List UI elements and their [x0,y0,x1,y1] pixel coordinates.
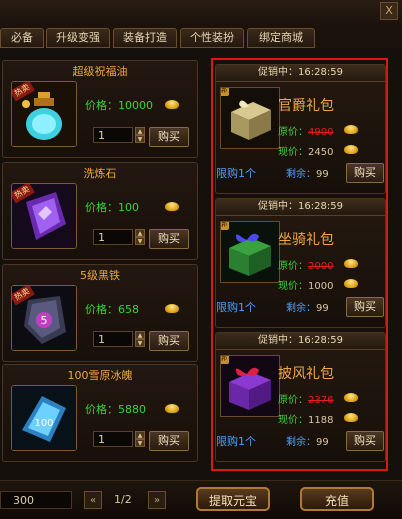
remaining-count: 剩余：99 [286,437,329,448]
refining-stone-icon[interactable]: 热卖 [11,183,77,249]
promo-package: 促销中：16:28:59 绑 披风礼包 原价：2376 现价：1188 限购1个… [215,332,386,462]
remaining-count: 剩余：99 [286,303,329,314]
current-price: 现价：1000 [278,281,334,292]
item-name: 洗炼石 [83,167,117,180]
quantity-input[interactable]: 1 [93,331,133,347]
page-indicator: 1/2 [114,493,132,506]
price-text: 价格：100 [85,201,139,214]
next-page-button[interactable]: » [148,491,166,509]
remaining-count: 剩余：99 [286,169,329,180]
mount-gift-box-icon[interactable]: 绑 [220,221,280,283]
footer-bar: 300 « 1/2 » 提取元宝 充值 [0,480,402,519]
recharge-button[interactable]: 充值 [300,487,374,511]
package-name: 官爵礼包 [278,98,334,114]
gold-ingot-icon [344,393,358,402]
category-tabs: 必备 升级变强 装备打造 个性装扮 绑定商城 [0,26,402,48]
shop-item: 5级黑铁 5 热卖 价格：658 1 ▲ ▼ 购买 [2,264,198,362]
gold-ingot-icon [344,279,358,288]
gold-ingot-icon [165,304,179,313]
blessing-oil-icon[interactable]: 热卖 [11,81,77,147]
quantity-down-icon[interactable]: ▼ [135,237,145,245]
gold-balance: 300 [0,491,72,509]
quantity-up-icon[interactable]: ▲ [135,431,145,439]
bound-tag: 绑 [221,88,229,96]
gold-ingot-icon [344,413,358,422]
current-price: 现价：2450 [278,147,334,158]
promo-timer: 促销中：16:28:59 [216,333,385,350]
prev-page-button[interactable]: « [84,491,102,509]
quantity-down-icon[interactable]: ▼ [135,339,145,347]
shop-item: 100雪原冰魄 100 价格：5880 1 ▲ ▼ 购买 [2,364,198,462]
item-list: 超级祝福油 热卖 价格：10000 1 ▲ ▼ 购买 洗炼石 热卖 价格：100… [2,58,198,462]
promo-timer: 促销中：16:28:59 [216,65,385,82]
tab-fashion[interactable]: 个性装扮 [180,28,244,48]
svg-text:5: 5 [41,314,48,327]
quantity-up-icon[interactable]: ▲ [135,127,145,135]
gold-ingot-icon [344,125,358,134]
quantity-up-icon[interactable]: ▲ [135,229,145,237]
close-button[interactable]: X [380,2,398,20]
shop-item: 超级祝福油 热卖 价格：10000 1 ▲ ▼ 购买 [2,60,198,158]
price-text: 价格：658 [85,303,139,316]
price-text: 价格：5880 [85,403,146,416]
bound-tag: 绑 [221,222,229,230]
original-price: 原价：4900 [278,127,334,138]
buy-button[interactable]: 购买 [149,229,189,249]
original-price: 原价：2376 [278,395,334,406]
original-price: 原价：2000 [278,261,334,272]
svg-text:100: 100 [34,418,53,429]
tab-essentials[interactable]: 必备 [0,28,44,48]
gold-ingot-icon [165,404,179,413]
current-price: 现价：1188 [278,415,334,426]
tab-level-up[interactable]: 升级变强 [46,28,110,48]
gold-ingot-icon [165,100,179,109]
promotion-panel: 促销中：16:28:59 绑 官爵礼包 原价：4900 现价：2450 限购1个… [211,58,388,471]
quantity-input[interactable]: 1 [93,431,133,447]
promo-timer: 促销中：16:28:59 [216,199,385,216]
window-top-bar: X [0,0,402,27]
snow-soul-icon[interactable]: 100 [11,385,77,451]
quantity-down-icon[interactable]: ▼ [135,439,145,447]
buy-button[interactable]: 购买 [149,127,189,147]
purchase-limit: 限购1个 [216,435,256,448]
shop-item: 洗炼石 热卖 价格：100 1 ▲ ▼ 购买 [2,162,198,260]
tab-equipment[interactable]: 装备打造 [113,28,177,48]
withdraw-gold-button[interactable]: 提取元宝 [196,487,270,511]
bound-tag: 绑 [221,356,229,364]
gold-ingot-icon [344,259,358,268]
gold-ingot-icon [165,202,179,211]
buy-button[interactable]: 购买 [346,163,384,183]
quantity-input[interactable]: 1 [93,229,133,245]
quantity-up-icon[interactable]: ▲ [135,331,145,339]
item-name: 100雪原冰魄 [67,369,133,382]
noble-gift-box-icon[interactable]: 绑 [220,87,280,149]
purchase-limit: 限购1个 [216,167,256,180]
promo-package: 促销中：16:28:59 绑 官爵礼包 原价：4900 现价：2450 限购1个… [215,64,386,194]
package-name: 披风礼包 [278,366,334,382]
buy-button[interactable]: 购买 [346,431,384,451]
black-iron-icon[interactable]: 5 热卖 [11,285,77,351]
quantity-down-icon[interactable]: ▼ [135,135,145,143]
quantity-input[interactable]: 1 [93,127,133,143]
package-name: 坐骑礼包 [278,232,334,248]
buy-button[interactable]: 购买 [149,331,189,351]
promo-package: 促销中：16:28:59 绑 坐骑礼包 原价：2000 现价：1000 限购1个… [215,198,386,328]
tab-bound-mall[interactable]: 绑定商城 [247,28,315,48]
gold-ingot-icon [344,145,358,154]
purchase-limit: 限购1个 [216,301,256,314]
cape-gift-box-icon[interactable]: 绑 [220,355,280,417]
item-name: 5级黑铁 [80,269,120,282]
price-text: 价格：10000 [85,99,153,112]
item-name: 超级祝福油 [72,65,128,78]
buy-button[interactable]: 购买 [149,431,189,451]
buy-button[interactable]: 购买 [346,297,384,317]
